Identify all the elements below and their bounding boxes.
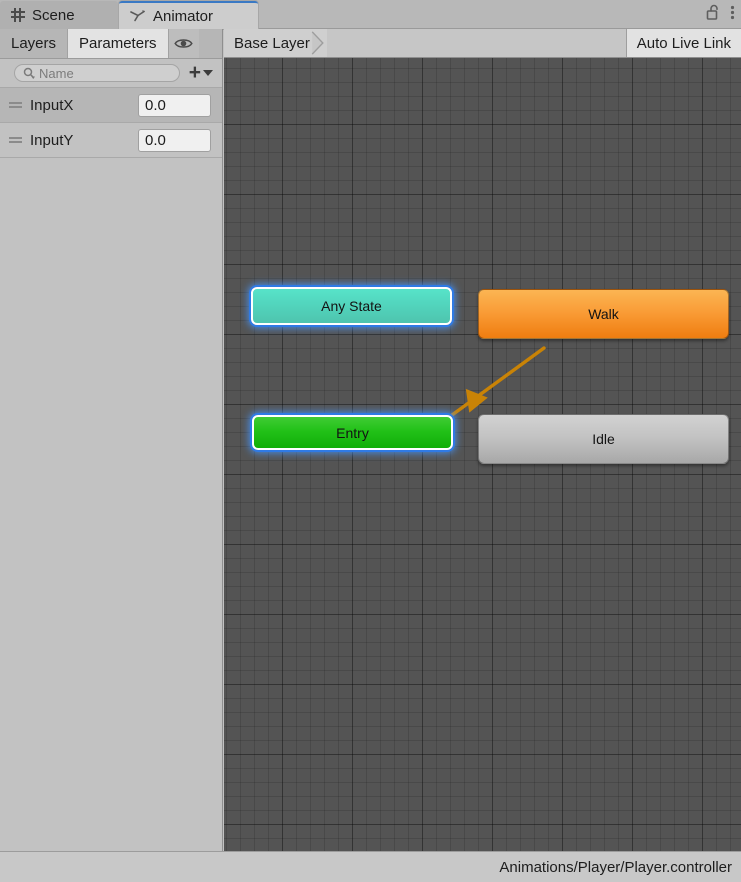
window-controls <box>706 4 735 21</box>
breadcrumb-label: Base Layer <box>234 34 310 52</box>
animator-icon <box>130 10 145 22</box>
animator-window: Scene Animator Layers Parameters Name + … <box>0 0 741 882</box>
eye-icon <box>174 39 193 48</box>
parameter-search-row: Name + <box>0 59 222 88</box>
parameters-panel: Layers Parameters Name + InputX 0.0 Inpu… <box>0 29 223 882</box>
drag-handle-icon[interactable] <box>8 135 24 145</box>
tab-animator[interactable]: Animator <box>119 1 258 29</box>
chevron-down-icon <box>203 70 213 76</box>
parameter-row-inputy[interactable]: InputY 0.0 <box>0 123 222 158</box>
search-placeholder: Name <box>39 65 74 81</box>
transition-arrowhead-icon <box>465 388 488 413</box>
state-node-entry[interactable]: Entry <box>252 415 453 450</box>
state-node-label: Entry <box>336 424 369 441</box>
tab-scene[interactable]: Scene <box>0 1 118 29</box>
parameter-name: InputX <box>30 96 74 114</box>
state-node-walk[interactable]: Walk <box>478 289 729 339</box>
state-node-label: Idle <box>592 431 615 447</box>
add-parameter-button[interactable]: + <box>186 61 216 84</box>
tab-scene-label: Scene <box>32 6 75 24</box>
drag-handle-icon[interactable] <box>8 100 24 110</box>
plus-icon: + <box>188 61 201 84</box>
tab-animator-label: Animator <box>153 7 214 25</box>
state-node-idle[interactable]: Idle <box>478 414 729 464</box>
search-input[interactable]: Name <box>14 64 180 82</box>
breadcrumb: Base Layer Auto Live Link <box>224 29 741 58</box>
parameter-value-field[interactable]: 0.0 <box>138 93 211 117</box>
grid-icon <box>11 8 25 22</box>
padlock-open-icon[interactable] <box>706 4 721 21</box>
kebab-menu-icon[interactable] <box>730 4 735 21</box>
state-node-label: Any State <box>321 298 382 314</box>
graph-panel: Base Layer Auto Live Link Any State Walk <box>224 29 741 882</box>
subtab-layers[interactable]: Layers <box>0 29 69 58</box>
parameter-value-field[interactable]: 0.0 <box>138 128 211 152</box>
subtab-parameters[interactable]: Parameters <box>68 29 169 58</box>
panel-subtab-bar: Layers Parameters <box>0 29 222 59</box>
breadcrumb-item-base-layer[interactable]: Base Layer <box>224 29 327 57</box>
state-node-label: Walk <box>588 306 619 322</box>
status-bar: Animations/Player/Player.controller <box>0 851 741 882</box>
subtab-layers-label: Layers <box>11 35 57 52</box>
window-tab-bar: Scene Animator <box>0 0 741 29</box>
subtab-parameters-label: Parameters <box>79 35 157 52</box>
asset-path-label: Animations/Player/Player.controller <box>499 858 732 876</box>
search-icon <box>23 67 35 79</box>
parameters-empty-area <box>0 158 222 881</box>
parameter-name: InputY <box>30 131 74 149</box>
state-node-any-state[interactable]: Any State <box>251 287 452 325</box>
auto-live-link-label: Auto Live Link <box>636 34 731 52</box>
chevron-right-icon <box>311 31 324 55</box>
auto-live-link-button[interactable]: Auto Live Link <box>625 29 741 57</box>
layer-visibility-toggle[interactable] <box>168 29 199 58</box>
parameter-row-inputx[interactable]: InputX 0.0 <box>0 88 222 123</box>
state-machine-canvas[interactable]: Any State Walk Entry Idle <box>224 58 741 851</box>
